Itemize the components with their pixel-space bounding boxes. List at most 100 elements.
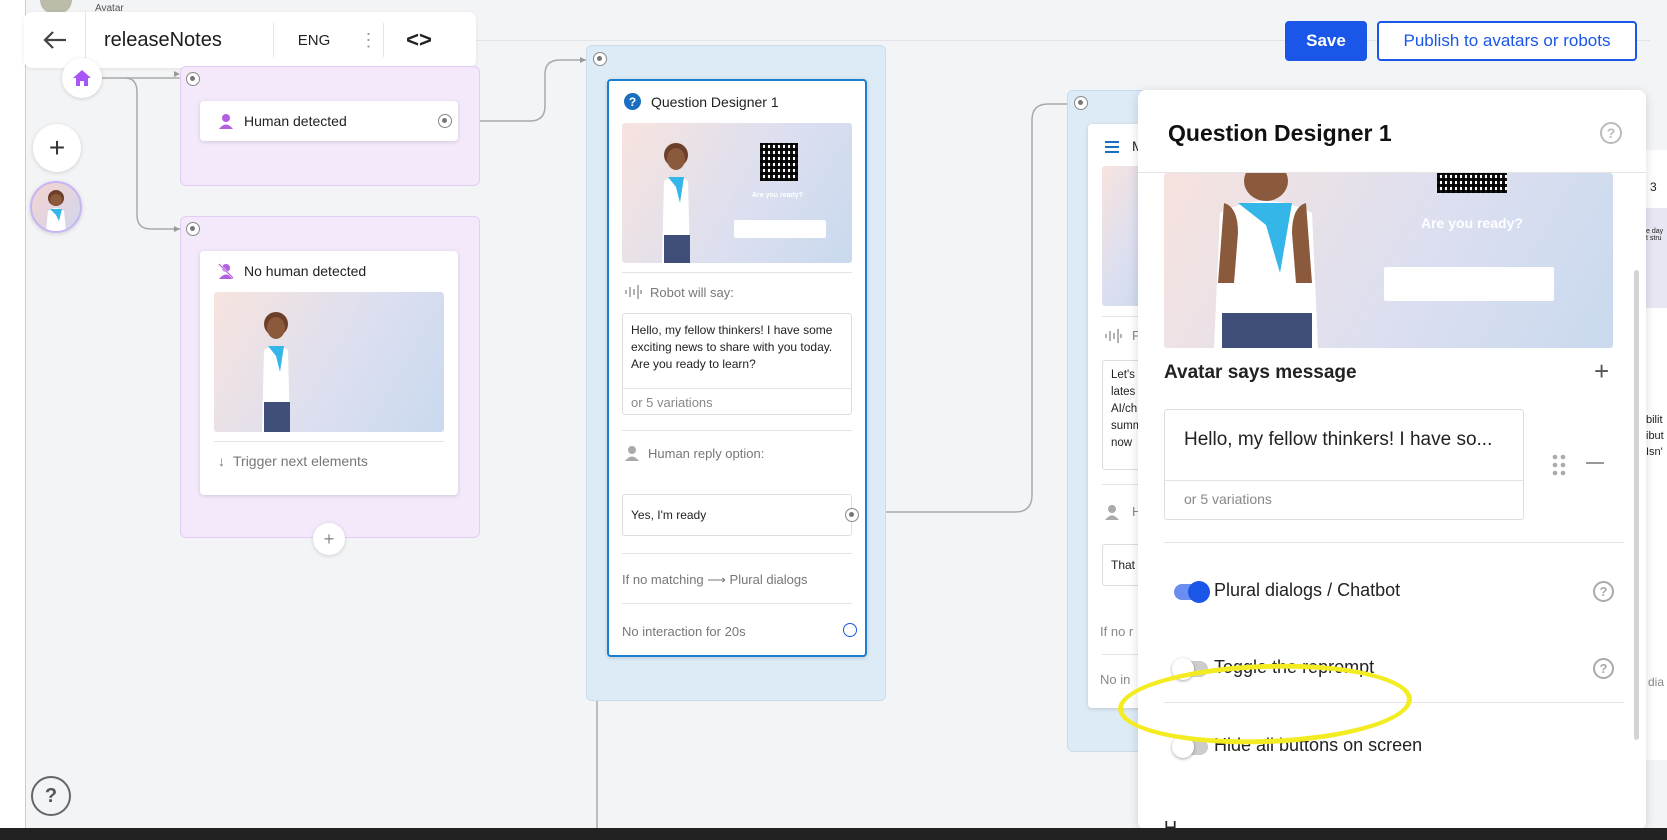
edge-image: e day t stru — [1646, 208, 1667, 308]
panel-divider — [1164, 542, 1624, 543]
help-icon[interactable]: ? — [31, 776, 71, 816]
add-element-button[interactable]: + — [313, 523, 345, 555]
reply-output-anchor[interactable] — [845, 508, 859, 522]
trigger-label: Trigger next elements — [233, 453, 368, 469]
menu-icon — [1105, 141, 1119, 153]
panel-scrollbar[interactable] — [1634, 270, 1639, 740]
input-anchor[interactable] — [1074, 96, 1088, 110]
help-icon[interactable]: ? — [1593, 658, 1614, 679]
ready-input-preview — [734, 220, 826, 238]
no-match-row[interactable]: If no matching ⟶ Plural dialogs — [622, 572, 808, 588]
avatar-selector[interactable] — [30, 181, 82, 233]
avatar-figure-icon — [1214, 173, 1318, 348]
robot-say-label: Robot will say: — [624, 284, 734, 300]
edge-line: bilit — [1646, 414, 1663, 426]
person-icon — [1105, 505, 1119, 520]
message-preview: Hello, my fellow thinkers! I have so... — [1184, 429, 1493, 450]
reply-option: Yes, I'm ready — [631, 508, 707, 522]
robot-message: Hello, my fellow thinkers! I have some e… — [631, 323, 833, 371]
no-interaction-row[interactable]: No interaction for 20s — [622, 624, 746, 639]
ready-input-preview — [1384, 267, 1554, 301]
avatar-figure-icon — [662, 143, 690, 263]
ready-text: Are you ready? — [1421, 215, 1523, 231]
avatar-figure-icon — [262, 312, 290, 432]
plus-icon: + — [323, 528, 335, 549]
node-label: Human detected — [244, 113, 347, 129]
card-divider — [214, 441, 444, 442]
bottom-strip — [0, 828, 1667, 840]
box-divider — [1165, 480, 1523, 481]
variations-link[interactable]: or 5 variations — [631, 394, 713, 411]
more-options-icon[interactable]: ⋮ — [354, 23, 384, 57]
arrow-down-icon: ↓ — [218, 453, 225, 469]
no-interaction-partial[interactable]: No in — [1100, 672, 1130, 687]
language-selector[interactable]: ENG — [274, 32, 354, 49]
publish-button[interactable]: Publish to avatars or robots — [1377, 21, 1637, 61]
section-label: Human reply option: — [648, 445, 765, 461]
person-off-icon — [218, 263, 234, 279]
box-divider — [623, 388, 851, 389]
input-anchor[interactable] — [593, 52, 607, 66]
arrow-left-icon — [42, 31, 66, 49]
avatar-preview-image — [214, 292, 444, 432]
robot-message-box[interactable]: Hello, my fellow thinkers! I have some e… — [622, 313, 852, 415]
edge-text-1: e day — [1646, 228, 1664, 235]
question-icon: ? — [624, 93, 641, 110]
reply-option-box[interactable]: Yes, I'm ready — [622, 494, 852, 536]
card-divider — [622, 553, 852, 554]
panel-preview-image: Are you ready? — [1164, 173, 1613, 348]
no-match-partial[interactable]: If no r — [1100, 624, 1133, 639]
card-divider — [622, 603, 852, 604]
sound-wave-icon — [625, 285, 642, 299]
edge-line: ibut — [1646, 430, 1664, 442]
edge-text-2: t stru — [1646, 235, 1662, 242]
edge-text-block: bilit ibut Isn' — [1646, 412, 1664, 460]
variations-link[interactable]: or 5 variations — [1184, 491, 1272, 507]
person-icon — [625, 446, 639, 461]
no-human-detected-card[interactable]: No human detected ↓ Trigger next element… — [200, 251, 458, 495]
sound-wave-icon — [1105, 329, 1122, 343]
question-preview-image: Are you ready? — [622, 123, 852, 263]
drag-handle-icon[interactable] — [1552, 454, 1566, 476]
timeout-anchor[interactable] — [843, 623, 857, 637]
home-button[interactable] — [62, 58, 102, 98]
qr-code-icon — [1437, 173, 1507, 193]
question-designer-card[interactable]: ? Question Designer 1 Are you ready? Rob… — [607, 79, 867, 657]
add-message-icon[interactable]: + — [1594, 356, 1609, 387]
node-label: No human detected — [244, 263, 367, 279]
qr-code-icon — [760, 143, 798, 181]
trigger-next-link[interactable]: ↓ Trigger next elements — [218, 453, 368, 469]
right-edge-card: 3 e day t stru bilit ibut Isn' dia — [1646, 150, 1667, 760]
node-title: Question Designer 1 — [651, 93, 779, 110]
flow-canvas[interactable]: Avatar releaseNotes ENG ⋮ <> + ? Human d… — [0, 0, 1667, 840]
panel-title: Question Designer 1 — [1168, 120, 1392, 146]
input-anchor[interactable] — [186, 222, 200, 236]
add-node-button[interactable]: + — [33, 124, 81, 172]
flow-title[interactable]: releaseNotes — [86, 23, 274, 57]
avatar-icon — [46, 190, 66, 231]
human-detected-card[interactable]: Human detected — [200, 101, 458, 141]
remove-message-icon[interactable] — [1586, 462, 1604, 464]
toggle-label: Plural dialogs / Chatbot — [1214, 580, 1401, 600]
plus-icon: + — [48, 132, 66, 163]
human-reply-label: Human reply option: — [624, 445, 764, 461]
code-view-icon[interactable]: <> — [384, 27, 454, 53]
message-box[interactable]: Hello, my fellow thinkers! I have so... … — [1164, 409, 1524, 520]
help-icon[interactable]: ? — [1600, 122, 1622, 144]
person-icon — [219, 114, 233, 129]
plural-dialogs-toggle[interactable] — [1174, 581, 1210, 603]
output-anchor[interactable] — [438, 114, 452, 128]
card-divider — [622, 272, 852, 273]
card-divider — [622, 430, 852, 431]
edge-number: 3 — [1650, 180, 1657, 194]
home-icon — [73, 70, 91, 86]
reply-option-partial: That — [1111, 558, 1136, 572]
section-label: Robot will say: — [650, 284, 734, 300]
save-button[interactable]: Save — [1285, 21, 1367, 61]
edge-dia: dia — [1648, 675, 1665, 689]
section-title: Avatar says message — [1164, 362, 1357, 383]
input-anchor[interactable] — [186, 72, 200, 86]
edge-line: Isn' — [1646, 446, 1663, 458]
ready-text: Are you ready? — [752, 192, 803, 199]
help-icon[interactable]: ? — [1593, 581, 1614, 602]
